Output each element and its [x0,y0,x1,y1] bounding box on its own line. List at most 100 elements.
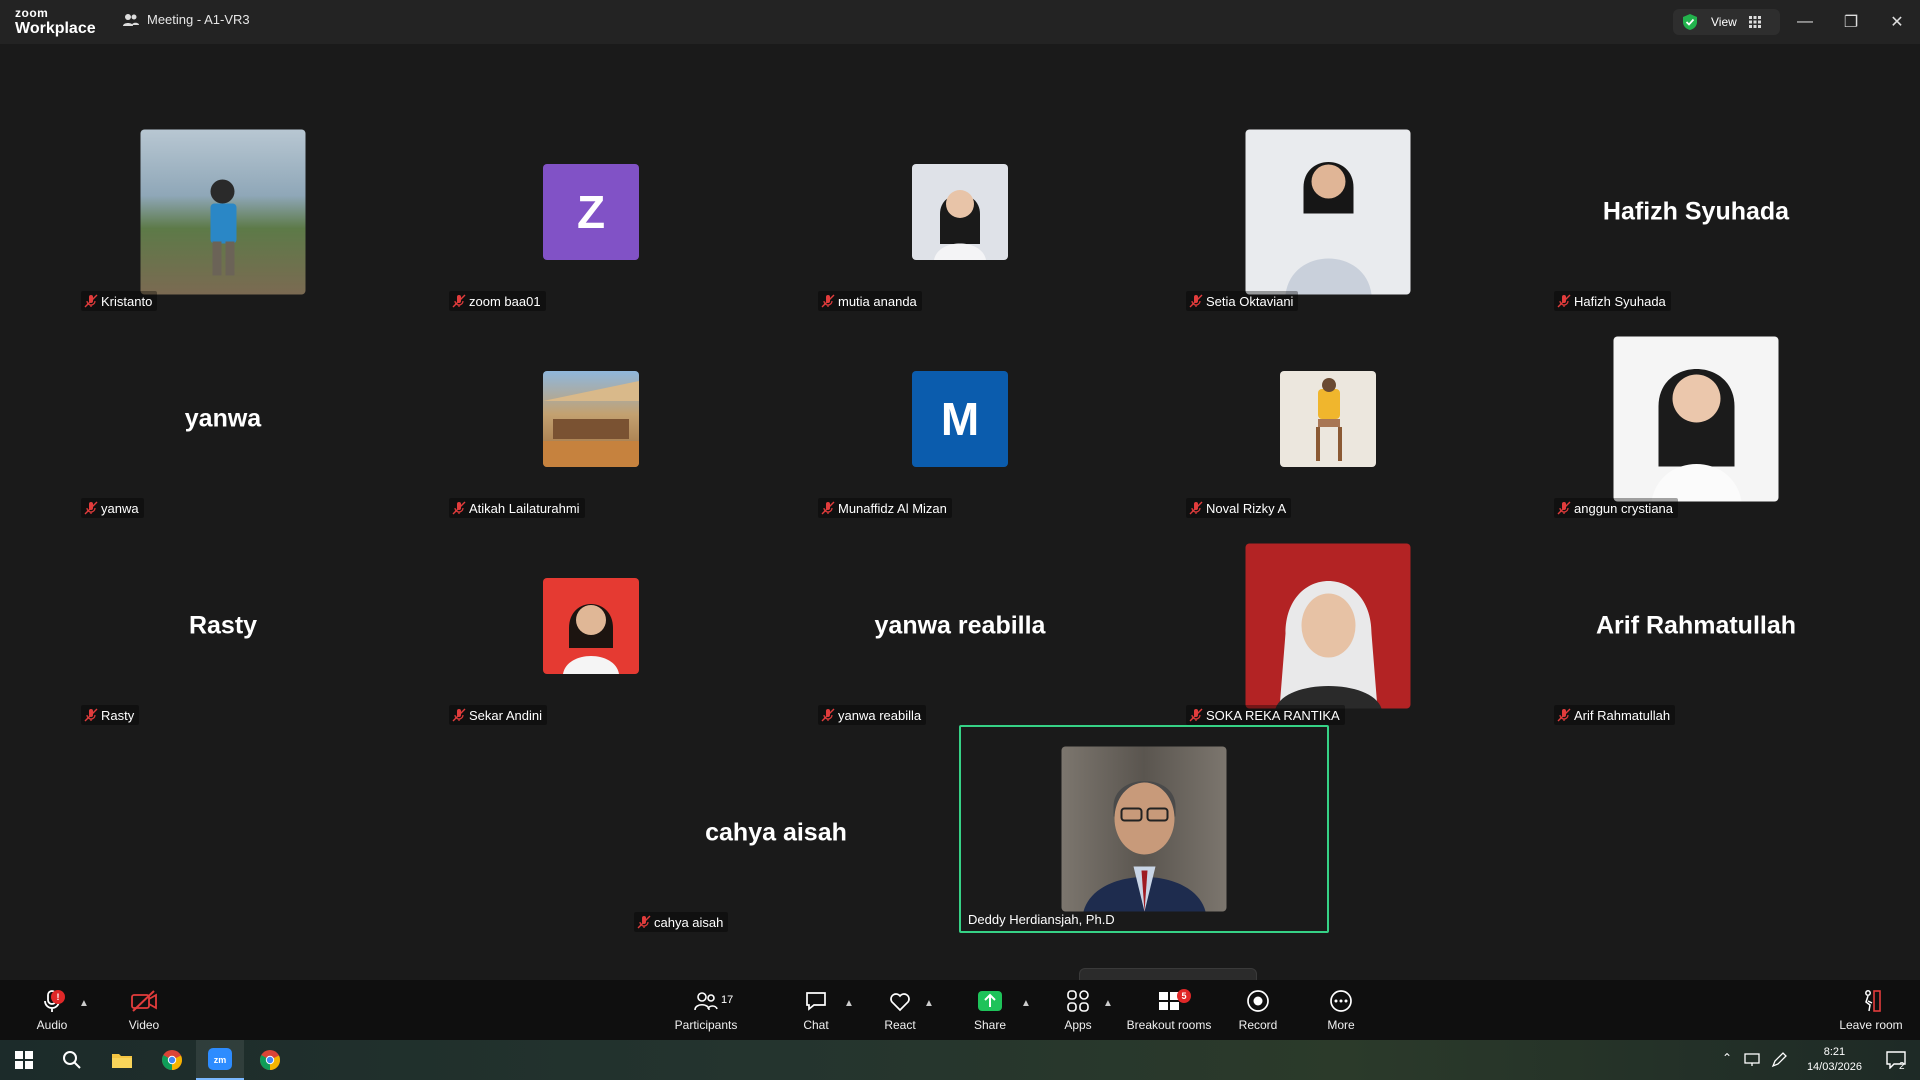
mic-muted-icon [84,294,98,308]
network-icon[interactable] [1744,1053,1762,1067]
share-button[interactable]: Share [966,980,1014,1040]
react-button[interactable]: React [876,980,924,1040]
participant-display-name: Rasty [188,611,258,639]
participant-tile[interactable]: Atikah Lailaturahmi [407,315,775,522]
video-button[interactable]: Video [120,980,168,1040]
notifications-button[interactable]: 2 [1872,1040,1920,1080]
more-button[interactable]: More [1317,980,1365,1040]
mic-muted-icon [821,294,835,308]
participant-tile[interactable]: Kristanto [39,108,407,315]
share-options-caret[interactable]: ▲ [1021,998,1031,1009]
mic-muted-icon [637,915,651,929]
participant-name: Munaffidz Al Mizan [838,500,947,516]
participant-tile[interactable]: anggun crystiana [1512,315,1880,522]
participant-tile[interactable]: cahya aisah cahya aisah [592,729,960,936]
meeting-title-text: Meeting - A1-VR3 [147,12,250,27]
participant-name-label: mutia ananda [818,291,922,311]
chat-button[interactable]: Chat [792,980,840,1040]
participant-name-label: Setia Oktaviani [1186,291,1299,311]
participant-tile[interactable]: yanwa yanwa [39,315,407,522]
participant-tile[interactable]: Noval Rizky A [1144,315,1512,522]
participant-display-name: yanwa [184,404,262,432]
avatar-initial: M [940,392,980,445]
participant-tile[interactable]: Arif Rahmatullah Arif Rahmatullah [1512,522,1880,729]
apps-options-caret[interactable]: ▲ [1103,998,1113,1009]
participant-name-label: Kristanto [81,291,158,311]
participant-tile[interactable]: M Munaffidz Al Mizan [776,315,1144,522]
participant-name: Noval Rizky A [1206,500,1287,516]
start-button[interactable] [0,1040,48,1080]
leave-room-button[interactable]: Leave room [1836,980,1906,1040]
apps-button[interactable]: Apps [1054,980,1102,1040]
meeting-title[interactable]: Meeting - A1-VR3 [123,12,250,27]
mic-muted-icon [84,501,98,515]
breakout-rooms-button[interactable]: Breakout rooms [1124,980,1214,1040]
chrome-icon [161,1050,183,1070]
chrome-profile-taskbar-button[interactable] [246,1040,294,1080]
participants-button[interactable]: Participants [670,980,742,1040]
system-clock[interactable]: 8:21 14/03/2026 [1807,1045,1862,1075]
participants-icon [694,992,718,1011]
participant-name-label: yanwa [81,498,144,518]
participant-tile[interactable]: Hafizh Syuhada Hafizh Syuhada [1512,108,1880,315]
mic-muted-icon [452,708,466,722]
participant-avatar: Z [543,163,639,260]
zoom-app-icon: zm [208,1048,232,1070]
participant-tile[interactable]: Rasty Rasty [39,522,407,729]
apps-icon [1067,990,1089,1012]
participant-avatar [1613,336,1779,501]
meeting-toolbar: Audio ! ▲ Video Participants 17 Chat ▲ R… [0,980,1920,1040]
view-button[interactable]: View [1673,9,1780,35]
video-off-icon [131,990,157,1012]
participant-tile[interactable]: Z zoom baa01 [407,108,775,315]
folder-icon [112,1054,132,1068]
participant-tile[interactable]: Setia Oktaviani [1144,108,1512,315]
participant-name-label: yanwa reabilla [818,705,927,725]
search-taskbar-button[interactable] [48,1040,96,1080]
participant-tile[interactable]: yanwa reabilla yanwa reabilla [776,522,1144,729]
participant-name: Deddy Herdiansjah, Ph.D [968,911,1115,927]
mic-muted-icon [1557,708,1571,722]
chat-options-caret[interactable]: ▲ [844,998,854,1009]
participants-count: 17 [721,994,734,1006]
file-explorer-taskbar-button[interactable] [98,1040,146,1080]
participant-name-label: Deddy Herdiansjah, Ph.D [965,909,1120,929]
mic-muted-icon [452,501,466,515]
participant-name-label: Hafizh Syuhada [1554,291,1671,311]
participant-name-label: anggun crystiana [1554,498,1679,518]
security-shield-icon[interactable] [1681,13,1699,31]
participant-tile[interactable]: SOKA REKA RANTIKA [1144,522,1512,729]
minimize-button[interactable]: — [1782,0,1828,44]
gallery-view: Kristanto Z zoom baa01 mutia ananda Seti… [0,44,1920,1010]
clock-time: 8:21 [1823,1046,1846,1058]
participant-tile[interactable]: Sekar Andini [407,522,775,729]
mic-muted-icon [821,708,835,722]
participant-name: zoom baa01 [469,293,541,309]
pen-icon[interactable] [1771,1052,1787,1068]
audio-label: Audio [36,1018,68,1032]
participant-video [1061,746,1227,912]
audio-button[interactable]: Audio [28,980,76,1040]
record-button[interactable]: Record [1234,980,1282,1040]
participant-name: cahya aisah [654,914,724,930]
close-button[interactable]: ✕ [1874,0,1920,44]
audio-options-caret[interactable]: ▲ [79,998,89,1009]
participant-name: yanwa [101,500,139,516]
participant-display-name: cahya aisah [705,818,847,846]
participant-name-label: Munaffidz Al Mizan [818,498,952,518]
zoom-workplace-logo: zoom Workplace [15,7,96,37]
tray-chevron-icon[interactable]: ⌃ [1722,1051,1732,1065]
participant-name: SOKA REKA RANTIKA [1206,707,1340,723]
zoom-taskbar-button[interactable]: zm [196,1040,244,1080]
mic-muted-icon [1557,501,1571,515]
mic-muted-icon [1189,708,1203,722]
chrome-taskbar-button[interactable] [148,1040,196,1080]
participant-tile[interactable]: mutia ananda [776,108,1144,315]
participant-name: Kristanto [101,293,153,309]
react-options-caret[interactable]: ▲ [924,998,934,1009]
more-dots-icon [1330,990,1352,1012]
restore-button[interactable]: ❐ [1828,0,1874,44]
mic-muted-icon [1557,294,1571,308]
participant-name-label: zoom baa01 [449,291,546,311]
active-speaker-tile[interactable]: Deddy Herdiansjah, Ph.D [959,725,1329,933]
